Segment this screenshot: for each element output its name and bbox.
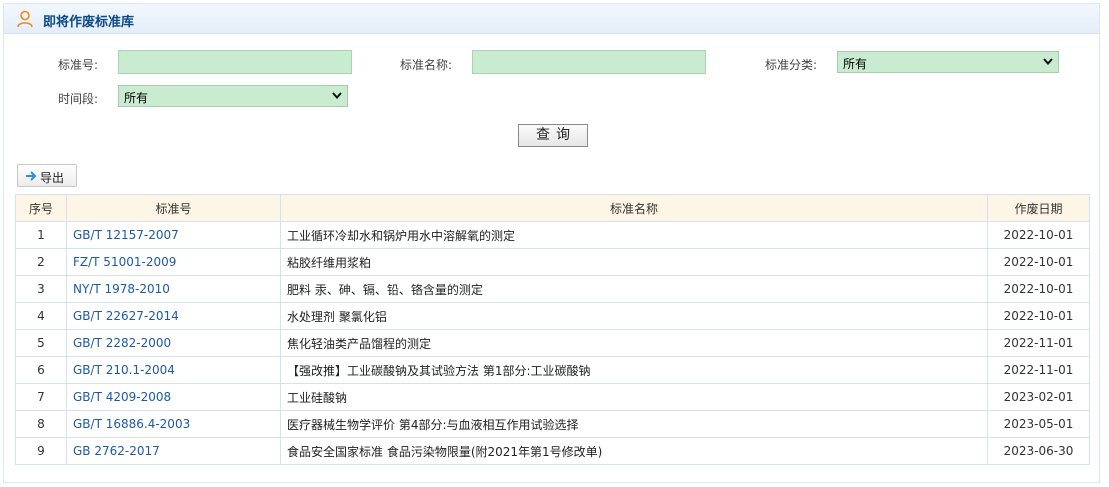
cell-date: 2022-10-01 [987,302,1090,330]
cell-code-link[interactable]: NY/T 1978-2010 [66,275,281,303]
cell-no: 2 [15,248,67,276]
cell-name: 食品安全国家标准 食品污染物限量(附2021年第1号修改单) [280,437,988,465]
cell-code-link[interactable]: FZ/T 51001-2009 [66,248,281,276]
cell-date: 2023-05-01 [987,410,1090,438]
cell-date: 2022-11-01 [987,329,1090,357]
cell-date: 2022-10-01 [987,221,1090,249]
cell-code-link[interactable]: GB 2762-2017 [66,437,281,465]
category-select[interactable]: 所有 [837,51,1059,73]
col-header-code: 标准号 [66,194,281,222]
cell-name: 工业硅酸钠 [280,383,988,411]
col-header-no: 序号 [15,194,67,222]
table-row: 4 GB/T 22627-2014 水处理剂 聚氯化铝 2022-10-01 [15,302,1090,330]
table-row: 6 GB/T 210.1-2004 【强改推】工业碳酸钠及其试验方法 第1部分:工业… [15,356,1090,384]
cell-name: 粘胶纤维用浆粕 [280,248,988,276]
user-icon [17,10,33,28]
cell-code-link[interactable]: GB/T 2282-2000 [66,329,281,357]
cell-code-link[interactable]: GB/T 210.1-2004 [66,356,281,384]
arrow-right-icon [26,171,37,181]
cell-no: 7 [15,383,67,411]
cell-name: 工业循环冷却水和锅炉用水中溶解氧的测定 [280,221,988,249]
cell-no: 3 [15,275,67,303]
results-table: 序号 标准号 标准名称 作废日期 1 GB/T 12157-2007 工业循环冷却水… [15,194,1090,465]
table-row: 3 NY/T 1978-2010 肥料 汞、砷、镉、铅、铬含量的测定 2022-10-… [15,275,1090,303]
category-label: 标准分类: [765,58,818,72]
code-label: 标准号: [58,58,99,72]
cell-date: 2022-10-01 [987,248,1090,276]
export-label: 导出 [40,171,65,185]
col-header-date: 作废日期 [987,194,1090,222]
cell-date: 2023-06-30 [987,437,1090,465]
table-row: 9 GB 2762-2017 食品安全国家标准 食品污染物限量(附2021年第1号修… [15,437,1090,465]
cell-no: 4 [15,302,67,330]
cell-date: 2023-02-01 [987,383,1090,411]
table-row: 1 GB/T 12157-2007 工业循环冷却水和锅炉用水中溶解氧的测定 2022-… [15,221,1090,249]
table-row: 8 GB/T 16886.4-2003 医疗器械生物学评价 第4部分:与血液相互作用… [15,410,1090,438]
cell-date: 2022-10-01 [987,275,1090,303]
period-select[interactable]: 所有 [118,85,348,107]
cell-no: 5 [15,329,67,357]
page-title: 即将作废标准库 [43,15,135,30]
cell-code-link[interactable]: GB/T 16886.4-2003 [66,410,281,438]
chevron-down-icon [332,92,342,100]
cell-name: 水处理剂 聚氯化铝 [280,302,988,330]
cell-name: 【强改推】工业碳酸钠及其试验方法 第1部分:工业碳酸钠 [280,356,988,384]
table-row: 2 FZ/T 51001-2009 粘胶纤维用浆粕 2022-10-01 [15,248,1090,276]
cell-name: 肥料 汞、砷、镉、铅、铬含量的测定 [280,275,988,303]
period-label: 时间段: [58,92,99,106]
cell-code-link[interactable]: GB/T 4209-2008 [66,383,281,411]
panel-header: 即将作废标准库 [4,4,1099,34]
chevron-down-icon [1043,58,1053,66]
category-select-value: 所有 [843,57,868,71]
col-header-name: 标准名称 [280,194,988,222]
cell-no: 9 [15,437,67,465]
table-row: 7 GB/T 4209-2008 工业硅酸钠 2023-02-01 [15,383,1090,411]
cell-name: 焦化轻油类产品馏程的测定 [280,329,988,357]
cell-no: 1 [15,221,67,249]
cell-date: 2022-11-01 [987,356,1090,384]
code-input[interactable] [118,50,352,74]
cell-name: 医疗器械生物学评价 第4部分:与血液相互作用试验选择 [280,410,988,438]
export-button[interactable]: 导出 [17,164,77,187]
name-label: 标准名称: [400,58,453,72]
cell-no: 6 [15,356,67,384]
period-select-value: 所有 [124,91,149,105]
table-header-row: 序号 标准号 标准名称 作废日期 [15,194,1090,222]
name-input[interactable] [472,50,706,74]
cell-code-link[interactable]: GB/T 22627-2014 [66,302,281,330]
table-row: 5 GB/T 2282-2000 焦化轻油类产品馏程的测定 2022-11-01 [15,329,1090,357]
query-button[interactable]: 查询 [518,124,588,147]
cell-no: 8 [15,410,67,438]
cell-code-link[interactable]: GB/T 12157-2007 [66,221,281,249]
